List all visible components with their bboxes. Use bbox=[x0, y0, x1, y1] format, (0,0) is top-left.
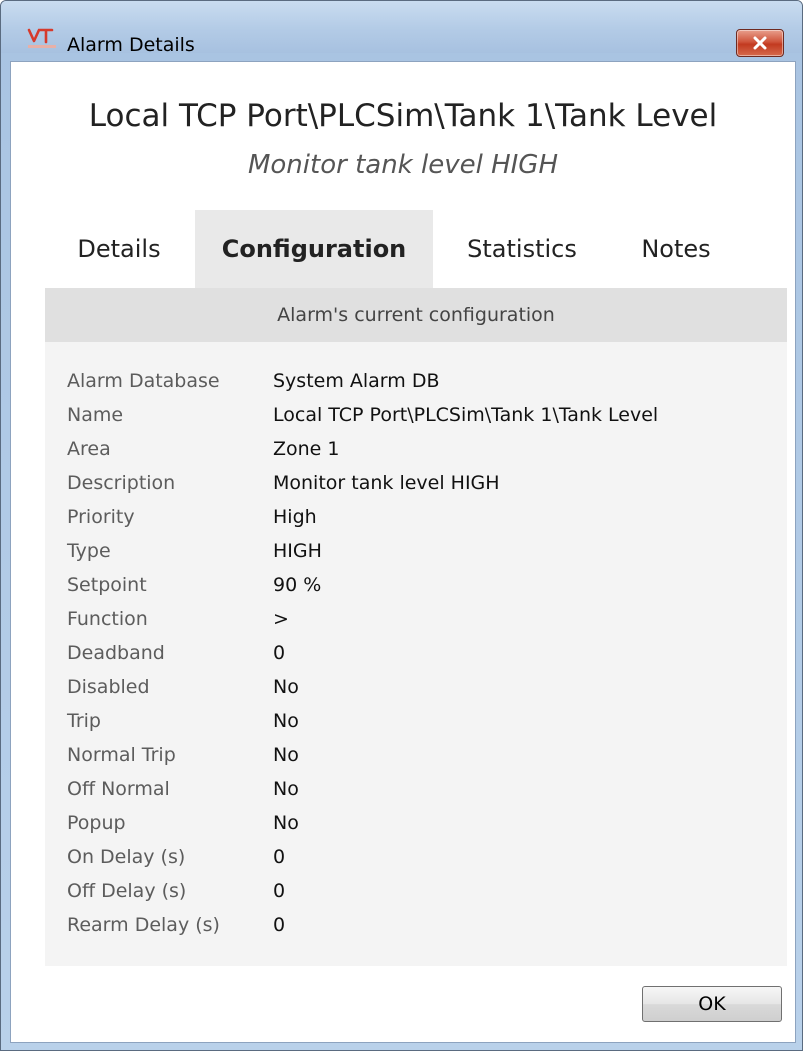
config-table: Alarm Database System Alarm DB Name Loca… bbox=[67, 364, 658, 942]
config-value: No bbox=[273, 744, 299, 766]
config-value: 0 bbox=[273, 846, 286, 868]
config-value: Monitor tank level HIGH bbox=[273, 472, 500, 494]
alarm-description-subtitle: Monitor tank level HIGH bbox=[247, 150, 559, 180]
ok-button[interactable]: OK bbox=[642, 986, 782, 1022]
tab-statistics[interactable]: Statistics bbox=[433, 210, 611, 288]
tab-configuration[interactable]: Configuration bbox=[195, 210, 433, 288]
config-key: Off Normal bbox=[67, 778, 170, 800]
config-value: > bbox=[273, 608, 289, 630]
config-value: 0 bbox=[273, 914, 286, 936]
alarm-details-window: Alarm Details Local TCP Port\PLCSim\Tank… bbox=[0, 0, 803, 1051]
config-row-name: Name Local TCP Port\PLCSim\Tank 1\Tank L… bbox=[67, 398, 658, 432]
configuration-panel: Alarm's current configuration Alarm Data… bbox=[45, 288, 787, 966]
config-row-deadband: Deadband 0 bbox=[67, 636, 658, 670]
dialog-content: Local TCP Port\PLCSim\Tank 1\Tank Level … bbox=[10, 61, 796, 1043]
config-value: 0 bbox=[273, 642, 286, 664]
config-row-priority: Priority High bbox=[67, 500, 658, 534]
config-row-popup: Popup No bbox=[67, 806, 658, 840]
config-row-on-delay: On Delay (s) 0 bbox=[67, 840, 658, 874]
config-key: Disabled bbox=[67, 676, 150, 698]
tab-details[interactable]: Details bbox=[43, 210, 195, 288]
config-row-type: Type HIGH bbox=[67, 534, 658, 568]
config-value: No bbox=[273, 778, 299, 800]
config-key: Alarm Database bbox=[67, 370, 220, 392]
config-key: Trip bbox=[67, 710, 101, 732]
config-row-off-delay: Off Delay (s) 0 bbox=[67, 874, 658, 908]
config-value: No bbox=[273, 676, 299, 698]
config-value: 90 % bbox=[273, 574, 322, 596]
config-key: Rearm Delay (s) bbox=[67, 914, 220, 936]
vt-logo-icon bbox=[27, 28, 56, 48]
config-row-description: Description Monitor tank level HIGH bbox=[67, 466, 658, 500]
alarm-tag-title: Local TCP Port\PLCSim\Tank 1\Tank Level bbox=[88, 98, 718, 134]
config-key: Type bbox=[67, 540, 111, 562]
tab-bar: Details Configuration Statistics Notes bbox=[43, 210, 741, 288]
config-key: Priority bbox=[67, 506, 135, 528]
config-key: Off Delay (s) bbox=[67, 880, 187, 902]
config-value: Zone 1 bbox=[273, 438, 340, 460]
config-value: High bbox=[273, 506, 317, 528]
config-value: System Alarm DB bbox=[273, 370, 440, 392]
config-row-area: Area Zone 1 bbox=[67, 432, 658, 466]
config-row-trip: Trip No bbox=[67, 704, 658, 738]
tab-notes[interactable]: Notes bbox=[611, 210, 741, 288]
config-key: Name bbox=[67, 404, 124, 426]
panel-header: Alarm's current configuration bbox=[45, 288, 787, 342]
window-title: Alarm Details bbox=[67, 34, 195, 56]
config-key: Popup bbox=[67, 812, 126, 834]
config-value: No bbox=[273, 710, 299, 732]
close-icon bbox=[753, 36, 767, 50]
config-key: Area bbox=[67, 438, 111, 460]
close-button[interactable] bbox=[736, 29, 784, 57]
config-key: Normal Trip bbox=[67, 744, 176, 766]
config-key: Setpoint bbox=[67, 574, 147, 596]
config-row-setpoint: Setpoint 90 % bbox=[67, 568, 658, 602]
config-row-function: Function > bbox=[67, 602, 658, 636]
config-row-normal-trip: Normal Trip No bbox=[67, 738, 658, 772]
config-value: HIGH bbox=[273, 540, 322, 562]
config-value: 0 bbox=[273, 880, 286, 902]
config-key: On Delay (s) bbox=[67, 846, 186, 868]
config-value: Local TCP Port\PLCSim\Tank 1\Tank Level bbox=[273, 404, 659, 426]
title-bar[interactable]: Alarm Details bbox=[1, 1, 802, 57]
config-row-off-normal: Off Normal No bbox=[67, 772, 658, 806]
config-value: No bbox=[273, 812, 299, 834]
config-key: Deadband bbox=[67, 642, 165, 664]
config-row-disabled: Disabled No bbox=[67, 670, 658, 704]
config-key: Function bbox=[67, 608, 148, 630]
config-key: Description bbox=[67, 472, 176, 494]
config-row-alarm-database: Alarm Database System Alarm DB bbox=[67, 364, 658, 398]
config-row-rearm-delay: Rearm Delay (s) 0 bbox=[67, 908, 658, 942]
